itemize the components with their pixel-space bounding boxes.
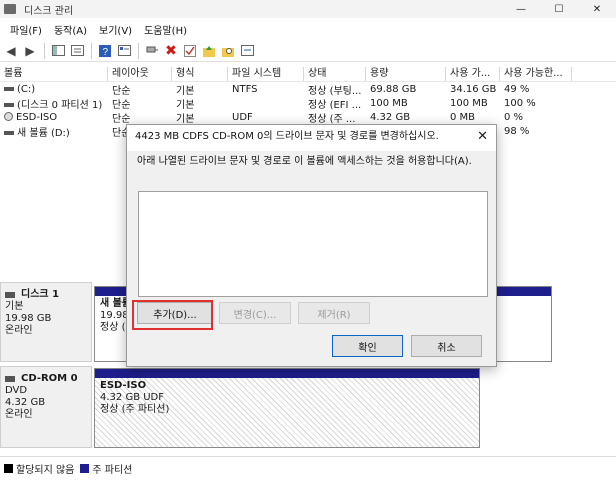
drive-icon (4, 130, 14, 135)
change-drive-letter-dialog: 4423 MB CDFS CD-ROM 0의 드라이브 문자 및 경로를 변경하… (126, 124, 497, 367)
cd-drive-icon (4, 112, 13, 121)
disk-icon (5, 292, 15, 298)
remove-button[interactable]: 제거(R) (298, 302, 370, 324)
column-volume[interactable]: 볼륨 (0, 66, 108, 81)
up-folder-icon[interactable] (200, 42, 218, 60)
partition-esd-iso[interactable]: ESD-ISO 4.32 GB UDF 정상 (주 파티션) (94, 368, 480, 448)
dialog-description: 아래 나열된 드라이브 문자 및 경로로 이 볼륨에 액세스하는 것을 허용합니… (137, 156, 472, 167)
disk-label[interactable]: CD-ROM 0 DVD 4.32 GB 온라인 (0, 366, 92, 448)
disk-row-cdrom-0: CD-ROM 0 DVD 4.32 GB 온라인 ESD-ISO 4.32 GB… (0, 366, 616, 448)
disk-management-icon (4, 4, 16, 14)
drive-icon (4, 102, 14, 107)
toolbar-separator (44, 42, 45, 59)
column-status[interactable]: 상태 (304, 66, 366, 81)
check-icon[interactable] (181, 42, 199, 60)
dialog-title: 4423 MB CDFS CD-ROM 0의 드라이브 문자 및 경로를 변경하… (127, 125, 496, 151)
ok-button[interactable]: 확인 (332, 335, 403, 357)
menu-help[interactable]: 도움말(H) (138, 22, 193, 37)
legend-unallocated: 할당되지 않음 (16, 465, 75, 476)
list-icon[interactable] (68, 42, 86, 60)
close-icon[interactable]: ✕ (477, 129, 488, 144)
console-tree-icon[interactable] (49, 42, 67, 60)
refresh-list-icon[interactable] (238, 42, 256, 60)
add-button-highlight (132, 300, 213, 330)
table-row[interactable]: ESD-ISO 단순 기본 UDF 정상 (주 ... 4.32 GB 0 MB… (0, 110, 616, 125)
menu-bar: 파일(F) 동작(A) 보기(V) 도움말(H) (0, 18, 616, 40)
primary-partition-swatch (80, 464, 90, 473)
title-bar: 디스크 관리 — ☐ ✕ (0, 0, 616, 18)
legend-primary-partition: 주 파티션 (92, 465, 133, 476)
menu-view[interactable]: 보기(V) (93, 22, 138, 37)
unallocated-swatch (4, 464, 13, 473)
back-arrow-icon[interactable]: ◀ (2, 42, 20, 60)
column-capacity[interactable]: 용량 (366, 66, 446, 81)
legend: 할당되지 않음 주 파티션 (0, 456, 616, 480)
cancel-button[interactable]: 취소 (411, 335, 482, 357)
connect-icon[interactable] (143, 42, 161, 60)
window-controls: — ☐ ✕ (502, 0, 616, 18)
change-button[interactable]: 변경(C)... (219, 302, 291, 324)
minimize-icon[interactable]: — (502, 0, 540, 18)
column-percent-free[interactable]: 사용 가능한... (500, 66, 572, 81)
column-file-system[interactable]: 파일 시스템 (228, 66, 304, 81)
disk-label[interactable]: 디스크 1 기본 19.98 GB 온라인 (0, 282, 92, 362)
help-icon[interactable]: ? (96, 42, 114, 60)
column-layout[interactable]: 레이아웃 (108, 66, 172, 81)
delete-icon[interactable]: ✖ (162, 42, 180, 60)
drive-icon (4, 86, 14, 91)
drive-letter-path-list[interactable] (138, 191, 488, 297)
column-type[interactable]: 형식 (172, 66, 228, 81)
toolbar-separator (138, 42, 139, 59)
column-free-space[interactable]: 사용 가... (446, 66, 500, 81)
window-title: 디스크 관리 (24, 5, 74, 17)
maximize-icon[interactable]: ☐ (540, 0, 578, 18)
toolbar: ◀ ▶ ? ✖ (0, 40, 616, 62)
table-row[interactable]: (C:) 단순 기본 NTFS 정상 (부팅... 69.88 GB 34.16… (0, 82, 616, 97)
menu-action[interactable]: 동작(A) (48, 22, 93, 37)
search-folder-icon[interactable] (219, 42, 237, 60)
properties-icon[interactable] (115, 42, 133, 60)
svg-text:?: ? (103, 47, 109, 57)
table-row[interactable]: (디스크 0 파티션 1) 단순 기본 정상 (EFI ... 100 MB 1… (0, 96, 616, 111)
forward-arrow-icon[interactable]: ▶ (21, 42, 39, 60)
menu-file[interactable]: 파일(F) (4, 22, 48, 37)
primary-partition-bar (95, 369, 479, 378)
toolbar-separator (91, 42, 92, 59)
volume-list-header: 볼륨 레이아웃 형식 파일 시스템 상태 용량 사용 가... 사용 가능한..… (0, 66, 616, 82)
close-icon[interactable]: ✕ (578, 0, 616, 18)
cd-drive-icon (5, 376, 15, 382)
